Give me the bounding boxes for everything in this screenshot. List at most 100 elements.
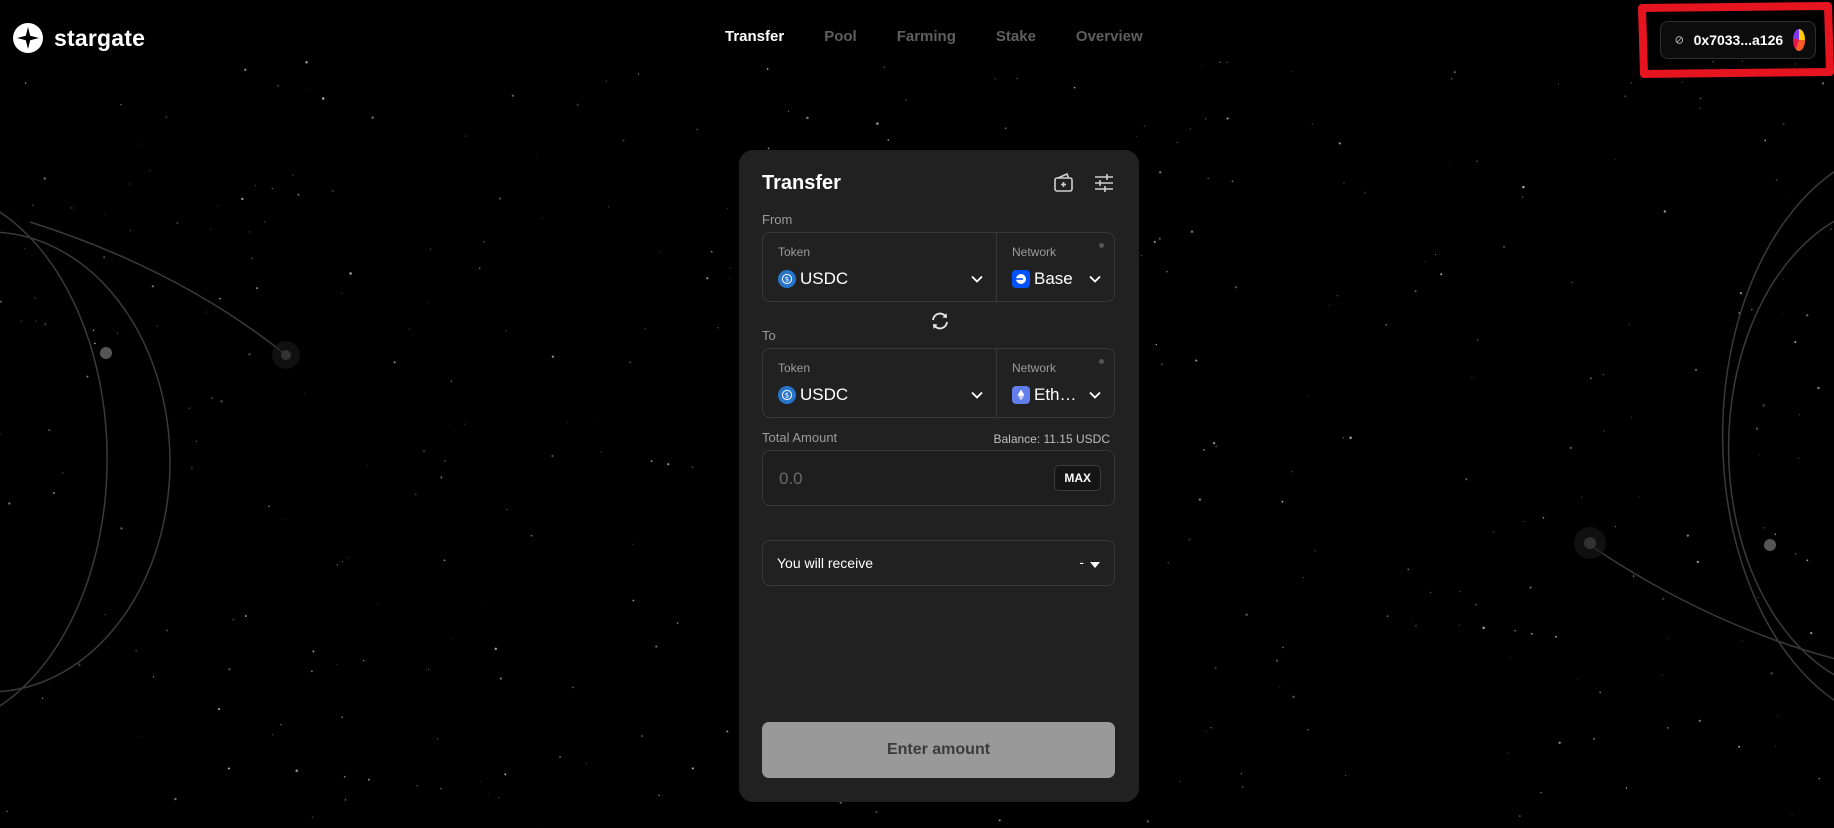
star [1510,656,1511,658]
star [44,323,47,326]
star [465,135,467,137]
star [416,784,418,787]
from-network-select[interactable]: Network Base [997,233,1114,301]
star [1625,787,1628,789]
star [20,320,23,323]
amount-input[interactable] [777,463,1031,495]
star [35,320,37,322]
brand-logo[interactable]: stargate [12,22,145,54]
star [1188,538,1191,541]
star [506,509,508,511]
star [331,189,334,193]
star [464,423,466,425]
star [304,392,306,394]
star [371,116,374,119]
star [676,622,679,624]
status-dot [1099,243,1104,248]
star [479,780,482,782]
to-network-caption: Network [1012,361,1057,375]
star [1476,160,1478,162]
star [206,311,208,313]
star [1514,629,1516,632]
star [1476,339,1478,341]
star [1830,228,1832,230]
swap-icon[interactable] [929,310,951,332]
star [1554,635,1557,638]
from-token-select[interactable]: Token $ USDC [763,233,997,301]
star [1791,814,1793,817]
star [1809,631,1813,635]
star [220,399,223,403]
star [1770,672,1773,675]
star [295,769,298,773]
to-selector: Token $ USDC Network Ethereum [762,348,1115,418]
star [572,686,574,689]
star [1176,141,1178,143]
settings-sliders-icon[interactable] [1092,171,1116,195]
star [443,559,446,561]
star [505,330,508,332]
to-token-select[interactable]: Token $ USDC [763,349,997,417]
star [34,296,37,299]
star [12,208,14,210]
star [0,433,2,436]
from-label: From [762,212,793,227]
star [536,154,538,156]
star [1698,719,1701,722]
to-token-name: USDC [800,385,849,404]
star [998,819,1001,822]
star [1662,597,1665,600]
star [341,716,344,719]
star [268,505,270,508]
star [321,97,325,100]
nav-pool[interactable]: Pool [824,28,857,45]
star [104,213,106,215]
star [1336,294,1339,297]
star [120,527,123,530]
star [43,177,46,180]
star [551,454,554,458]
star [1666,727,1669,729]
receive-dropdown[interactable]: You will receive - [762,540,1115,586]
star [70,206,73,210]
star [297,193,300,196]
star [366,464,368,466]
star [622,139,625,142]
star [511,94,514,97]
from-token-value: $ USDC [778,269,848,289]
star [1345,775,1347,777]
nav-overview[interactable]: Overview [1076,28,1143,45]
star [312,650,315,653]
star [349,272,352,275]
star [450,380,453,382]
to-network-select[interactable]: Network Ethereum [997,349,1114,417]
star [1364,191,1367,194]
star [1235,286,1238,289]
star [1540,791,1542,794]
star [280,723,282,726]
star [1474,603,1477,606]
star [1590,377,1592,379]
star [1471,376,1473,377]
star [1407,568,1410,571]
star [504,773,507,776]
star [344,799,347,801]
star [1328,305,1330,307]
star [227,767,230,770]
star [1465,478,1468,481]
star [1205,730,1207,732]
star [494,647,497,650]
star [8,502,11,505]
star [336,564,338,566]
add-wallet-icon[interactable] [1052,171,1076,195]
star [1632,575,1635,577]
max-button[interactable]: MAX [1054,465,1101,491]
nav-farming[interactable]: Farming [897,28,956,45]
nav-stake[interactable]: Stake [996,28,1036,45]
star [559,756,562,759]
star [1135,135,1137,137]
nav-transfer[interactable]: Transfer [725,28,784,45]
star [1798,414,1800,416]
star [272,734,274,736]
enter-amount-button[interactable]: Enter amount [762,722,1115,778]
